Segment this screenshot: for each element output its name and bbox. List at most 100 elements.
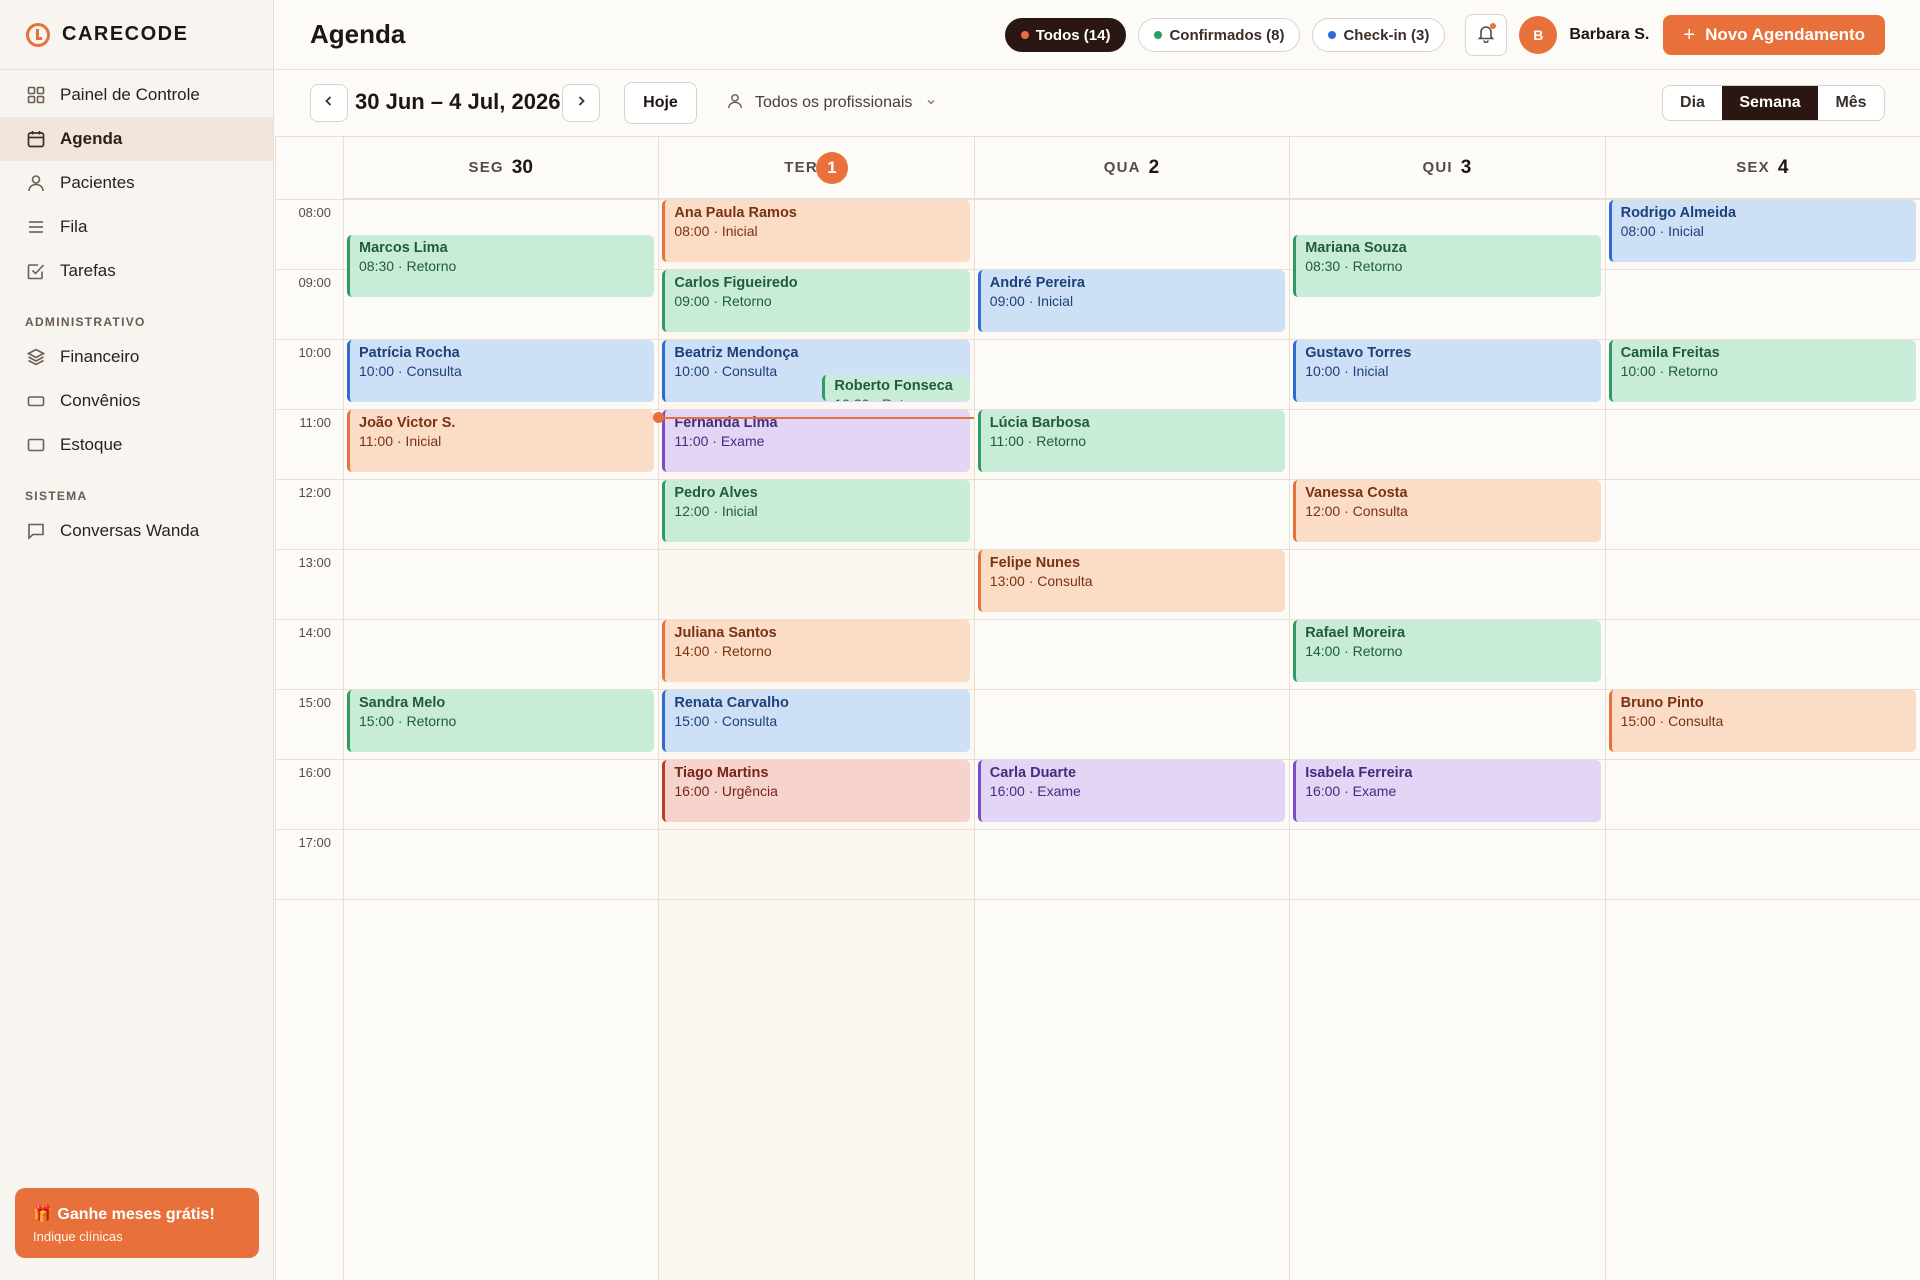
- user-icon: [26, 173, 46, 193]
- appointment-patient: Bruno Pinto: [1620, 695, 1704, 711]
- time-label: 11:00: [299, 415, 331, 430]
- today-date-badge: 1: [815, 151, 848, 184]
- clock-logo-icon: [26, 22, 50, 47]
- status-dot-icon: [1328, 31, 1337, 39]
- appointment-card[interactable]: Vanessa Costa 12:00 · Consulta: [1293, 480, 1601, 542]
- appointment-patient: Rafael Moreira: [1305, 625, 1406, 641]
- day-header[interactable]: SEG 30: [343, 137, 659, 199]
- user-name[interactable]: Barbara S.: [1569, 26, 1649, 44]
- appointment-time-type: 09:00 · Retorno: [674, 293, 772, 309]
- appointment-card[interactable]: Carlos Figueiredo 09:00 · Retorno: [662, 270, 970, 332]
- professional-select[interactable]: Todos os profissionais: [727, 89, 936, 117]
- new-appointment-button[interactable]: + Novo Agendamento: [1663, 15, 1885, 55]
- avatar[interactable]: B: [1519, 16, 1558, 54]
- appointment-card[interactable]: André Pereira 09:00 · Inicial: [977, 270, 1286, 332]
- appointment-patient: Gustavo Torres: [1305, 345, 1412, 361]
- sidebar-item-tarefas[interactable]: Tarefas: [0, 249, 273, 293]
- sidebar-item-financeiro[interactable]: Financeiro: [0, 335, 273, 379]
- chevron-left-icon: [323, 94, 335, 112]
- notifications-button[interactable]: [1465, 14, 1508, 56]
- appointment-card[interactable]: Camila Freitas 10:00 · Retorno: [1608, 340, 1916, 402]
- chat-icon: [26, 521, 46, 541]
- filter-chip-todos[interactable]: Todos (14): [1004, 18, 1127, 52]
- appointment-patient: Sandra Melo: [359, 695, 446, 711]
- chevron-down-icon: [926, 97, 936, 110]
- today-button[interactable]: Hoje: [624, 82, 697, 124]
- appointment-time-type: 11:00 · Exame: [674, 433, 765, 449]
- sidebar-item-painel[interactable]: Painel de Controle: [0, 73, 273, 117]
- appointment-patient: Vanessa Costa: [1305, 485, 1408, 501]
- checkbox-icon: [26, 261, 46, 281]
- appointment-card[interactable]: Ana Paula Ramos 08:00 · Inicial: [662, 200, 970, 262]
- view-option-dia[interactable]: Dia: [1663, 86, 1722, 120]
- sidebar-item-estoque[interactable]: Estoque: [0, 423, 273, 467]
- appointment-time-type: 15:00 · Retorno: [359, 713, 457, 729]
- appointment-patient: André Pereira: [989, 275, 1085, 291]
- appointment-card[interactable]: Roberto Fonseca 10:30 · Retorno: [822, 375, 970, 401]
- day-header-weekday: SEG: [468, 159, 504, 176]
- appointment-card[interactable]: Pedro Alves 12:00 · Inicial: [662, 480, 970, 542]
- day-header[interactable]: SEX 4: [1604, 137, 1920, 199]
- hour-gridline: [275, 899, 1920, 900]
- day-header[interactable]: QUI 3: [1289, 137, 1605, 199]
- appointment-time-type: 08:30 · Retorno: [1305, 258, 1403, 274]
- appointment-card[interactable]: Gustavo Torres 10:00 · Inicial: [1293, 340, 1601, 402]
- appointment-time-type: 12:00 · Consulta: [1305, 503, 1408, 519]
- next-week-button[interactable]: [562, 84, 600, 122]
- user-icon: [727, 93, 743, 114]
- appointment-card[interactable]: Rodrigo Almeida 08:00 · Inicial: [1608, 200, 1916, 262]
- promo-title: 🎁 Ganhe meses grátis!: [33, 1206, 215, 1223]
- appointment-time-type: 16:00 · Exame: [1305, 783, 1397, 799]
- view-option-mes[interactable]: Mês: [1818, 86, 1884, 120]
- day-header[interactable]: QUA 2: [973, 137, 1290, 199]
- sidebar-item-conversas[interactable]: Conversas Wanda: [0, 509, 273, 553]
- appointment-card[interactable]: Lúcia Barbosa 11:00 · Retorno: [977, 410, 1286, 472]
- brand-name: CARECODE: [62, 23, 189, 45]
- appointment-card[interactable]: Juliana Santos 14:00 · Retorno: [662, 620, 970, 682]
- top-bar: Agenda Todos (14) Confirmados (8) Check-…: [275, 0, 1920, 70]
- filter-chip-checkin[interactable]: Check-in (3): [1312, 18, 1446, 52]
- appointment-card[interactable]: Fernanda Lima 11:00 · Exame: [662, 410, 970, 472]
- appointment-patient: Ana Paula Ramos: [674, 205, 797, 221]
- appointment-card[interactable]: Felipe Nunes 13:00 · Consulta: [977, 550, 1286, 612]
- brand[interactable]: CARECODE: [0, 0, 273, 70]
- appointment-time-type: 09:00 · Inicial: [989, 293, 1074, 309]
- appointment-patient: Lúcia Barbosa: [989, 415, 1090, 431]
- appointment-time-type: 16:00 · Urgência: [674, 783, 778, 799]
- time-label: 15:00: [298, 695, 331, 710]
- appointment-card[interactable]: João Victor S. 11:00 · Inicial: [347, 410, 655, 472]
- day-divider: [1604, 137, 1606, 1280]
- appointment-card[interactable]: Carla Duarte 16:00 · Exame: [977, 760, 1286, 822]
- sidebar-item-convenios[interactable]: Convênios: [0, 379, 273, 423]
- status-dot-icon: [1154, 31, 1163, 39]
- view-option-semana[interactable]: Semana: [1722, 86, 1818, 120]
- appointment-time-type: 11:00 · Retorno: [989, 433, 1087, 449]
- filter-chip-label: Confirmados (8): [1169, 26, 1285, 44]
- sidebar-item-label: Financeiro: [60, 347, 140, 366]
- appointment-patient: Patrícia Rocha: [359, 345, 460, 361]
- appointment-card[interactable]: Rafael Moreira 14:00 · Retorno: [1293, 620, 1601, 682]
- appointment-card[interactable]: Isabela Ferreira 16:00 · Exame: [1293, 760, 1601, 822]
- appointment-card[interactable]: Mariana Souza 08:30 · Retorno: [1293, 235, 1601, 297]
- day-header[interactable]: TER 1: [658, 137, 974, 199]
- appointment-patient: Camila Freitas: [1620, 345, 1720, 361]
- day-header-weekday: TER: [784, 159, 818, 176]
- sidebar-item-agenda[interactable]: Agenda: [0, 117, 273, 161]
- appointment-card[interactable]: Renata Carvalho 15:00 · Consulta: [662, 690, 970, 752]
- appointment-card[interactable]: Bruno Pinto 15:00 · Consulta: [1608, 690, 1916, 752]
- referral-promo-button[interactable]: 🎁 Ganhe meses grátis! Indique clínicas: [15, 1188, 259, 1258]
- filter-chip-confirmados[interactable]: Confirmados (8): [1138, 18, 1301, 52]
- week-calendar: 08:00 09:00 10:00 11:00 12:00 13:00 14:00 15:00…: [275, 137, 1920, 1280]
- appointment-card[interactable]: Patrícia Rocha 10:00 · Consulta: [347, 340, 655, 402]
- sidebar-item-fila[interactable]: Fila: [0, 205, 273, 249]
- sidebar-item-pacientes[interactable]: Pacientes: [0, 161, 273, 205]
- appointment-card[interactable]: Sandra Melo 15:00 · Retorno: [347, 690, 655, 752]
- layers-icon: [26, 347, 46, 367]
- new-appointment-label: Novo Agendamento: [1705, 25, 1865, 44]
- top-actions: Todos (14) Confirmados (8) Check-in (3) …: [993, 14, 1885, 56]
- hour-gridline: [275, 619, 1920, 620]
- prev-week-button[interactable]: [310, 84, 348, 122]
- appointment-card[interactable]: Marcos Lima 08:30 · Retorno: [347, 235, 655, 297]
- time-label: 08:00: [298, 205, 331, 220]
- appointment-card[interactable]: Tiago Martins 16:00 · Urgência: [662, 760, 970, 822]
